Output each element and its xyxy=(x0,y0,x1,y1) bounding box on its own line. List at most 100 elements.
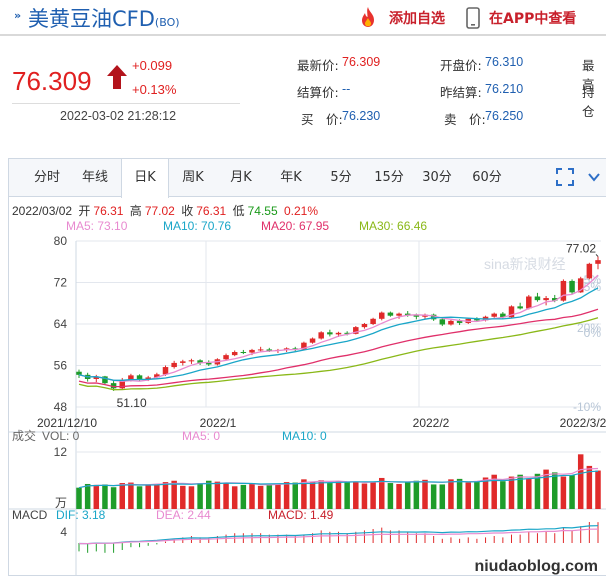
volume-bar xyxy=(448,479,454,509)
date-label: 2021/12/10 xyxy=(37,416,97,430)
volume-bar xyxy=(422,479,428,509)
vol-legend-2: MA5: 0 xyxy=(182,429,220,443)
volume-bar xyxy=(318,480,324,509)
candle-body xyxy=(560,280,567,301)
date-label: 2022/1 xyxy=(200,416,237,430)
min-price-label: 51.10 xyxy=(117,396,147,410)
volume-bar xyxy=(180,485,186,509)
volume-bar xyxy=(404,482,411,509)
price-tick-label: 72 xyxy=(54,276,68,290)
candle-body xyxy=(171,362,177,368)
pct-tick-label: -10% xyxy=(573,400,601,414)
candle-body xyxy=(586,263,593,279)
ask-price-value: 76.250 xyxy=(485,109,524,123)
volume-bar xyxy=(361,483,368,509)
volume-bar xyxy=(110,487,117,509)
phone-icon[interactable] xyxy=(466,7,480,29)
candle-body xyxy=(543,298,549,301)
volume-bar xyxy=(370,482,376,509)
volume-bar xyxy=(396,483,402,509)
candle-body xyxy=(595,260,601,264)
ma-legend-2: MA20: 67.95 xyxy=(261,219,329,233)
vol-legend-0: 成交 xyxy=(12,428,36,443)
instrument-title: 美黄豆油CFD(BO) xyxy=(28,3,180,33)
volume-bar xyxy=(327,483,333,509)
page-header: » 美黄豆油CFD(BO) 添加自选 在APP中查看 xyxy=(0,0,606,36)
volume-bar xyxy=(136,486,143,509)
quote-timestamp: 2022-03-02 21:28:12 xyxy=(60,109,177,123)
volume-bar xyxy=(577,454,584,509)
candle-body xyxy=(534,296,541,301)
volume-bar xyxy=(275,483,281,509)
candle-body xyxy=(327,332,333,335)
vol-legend-1: VOL: 0 xyxy=(42,429,80,443)
candle-body xyxy=(309,338,316,343)
ma-legend-3: MA30: 66.46 xyxy=(359,219,427,233)
vol-tick-label: 12 xyxy=(54,445,68,459)
candle-body xyxy=(223,355,229,360)
volume-bar xyxy=(387,483,394,509)
candle-body xyxy=(491,313,497,317)
candle-body xyxy=(370,318,376,324)
date-label: 2022/2 xyxy=(413,416,450,430)
kline-chart[interactable]: MA5: 73.10 MA10: 70.76 MA20: 67.95 MA30: 66… xyxy=(9,159,606,576)
candle-body xyxy=(188,360,195,362)
volume-bar xyxy=(249,483,255,509)
volume-bar xyxy=(257,485,264,509)
volume-bar xyxy=(283,482,290,509)
volume-bar xyxy=(526,478,532,509)
candle-body xyxy=(361,324,368,328)
sina-watermark: sina新浪财经 xyxy=(484,256,566,272)
macd-legend-0: MACD xyxy=(12,508,48,522)
volume-bar xyxy=(552,472,558,509)
field-label: 卖 价: xyxy=(444,112,486,127)
max-price-label: 77.02 xyxy=(566,241,596,255)
field-label: 结算价: xyxy=(297,85,339,100)
price-tick-label: 64 xyxy=(54,317,68,331)
volume-bar xyxy=(344,482,350,509)
price-change-percent: +0.13% xyxy=(132,82,177,97)
volume-bar xyxy=(84,483,91,509)
volume-bar xyxy=(482,477,489,509)
macd-tick-label: 4 xyxy=(60,525,67,539)
macd-legend-2: DEA: 2.44 xyxy=(156,508,211,522)
volume-bar xyxy=(292,482,298,509)
volume-bar xyxy=(171,480,177,509)
date-label: 2022/3/2 xyxy=(560,416,606,430)
volume-bar xyxy=(76,487,82,509)
volume-bar xyxy=(206,480,212,509)
instrument-name: 美黄豆油CFD xyxy=(28,7,155,31)
volume-bar xyxy=(162,482,169,509)
double-chevron-icon: » xyxy=(14,9,22,22)
quote-panel: 76.309 +0.099 +0.13% 2022-03-02 21:28:12… xyxy=(0,36,606,156)
volume-bar xyxy=(93,484,100,509)
candle-body xyxy=(318,332,324,339)
bid-price-value: 76.230 xyxy=(342,109,381,123)
volume-bar xyxy=(560,476,567,509)
candle-body xyxy=(439,319,446,325)
open-in-app-button[interactable]: 在APP中查看 xyxy=(489,8,576,28)
volume-bar xyxy=(128,482,134,509)
kline-chart-panel: 分时 年线 日K 周K 月K 年K 5分 15分 30分 60分 2022/03/02 开 76.3… xyxy=(8,158,606,576)
divider xyxy=(12,103,240,104)
add-favorite-button[interactable]: 添加自选 xyxy=(389,8,445,28)
candle-body xyxy=(249,349,255,353)
volume-bar xyxy=(595,470,601,509)
settlement-value: -- xyxy=(342,82,351,96)
price-tick-label: 56 xyxy=(54,359,68,373)
volume-bar xyxy=(197,483,203,509)
macd-legend-3: MACD: 1.49 xyxy=(268,508,334,522)
volume-bar xyxy=(145,484,151,509)
candle-body xyxy=(517,306,523,309)
candle-body xyxy=(335,332,342,335)
ma-legend-0: MA5: 73.10 xyxy=(66,219,128,233)
instrument-code: (BO) xyxy=(154,16,180,29)
candle-body xyxy=(396,313,402,316)
volume-bar xyxy=(309,481,316,509)
candle-body xyxy=(379,312,385,319)
volume-bar xyxy=(456,478,463,509)
up-arrow-icon xyxy=(107,65,127,89)
volume-bar xyxy=(335,481,342,509)
volume-bar xyxy=(439,484,446,509)
fire-icon[interactable] xyxy=(358,6,378,28)
